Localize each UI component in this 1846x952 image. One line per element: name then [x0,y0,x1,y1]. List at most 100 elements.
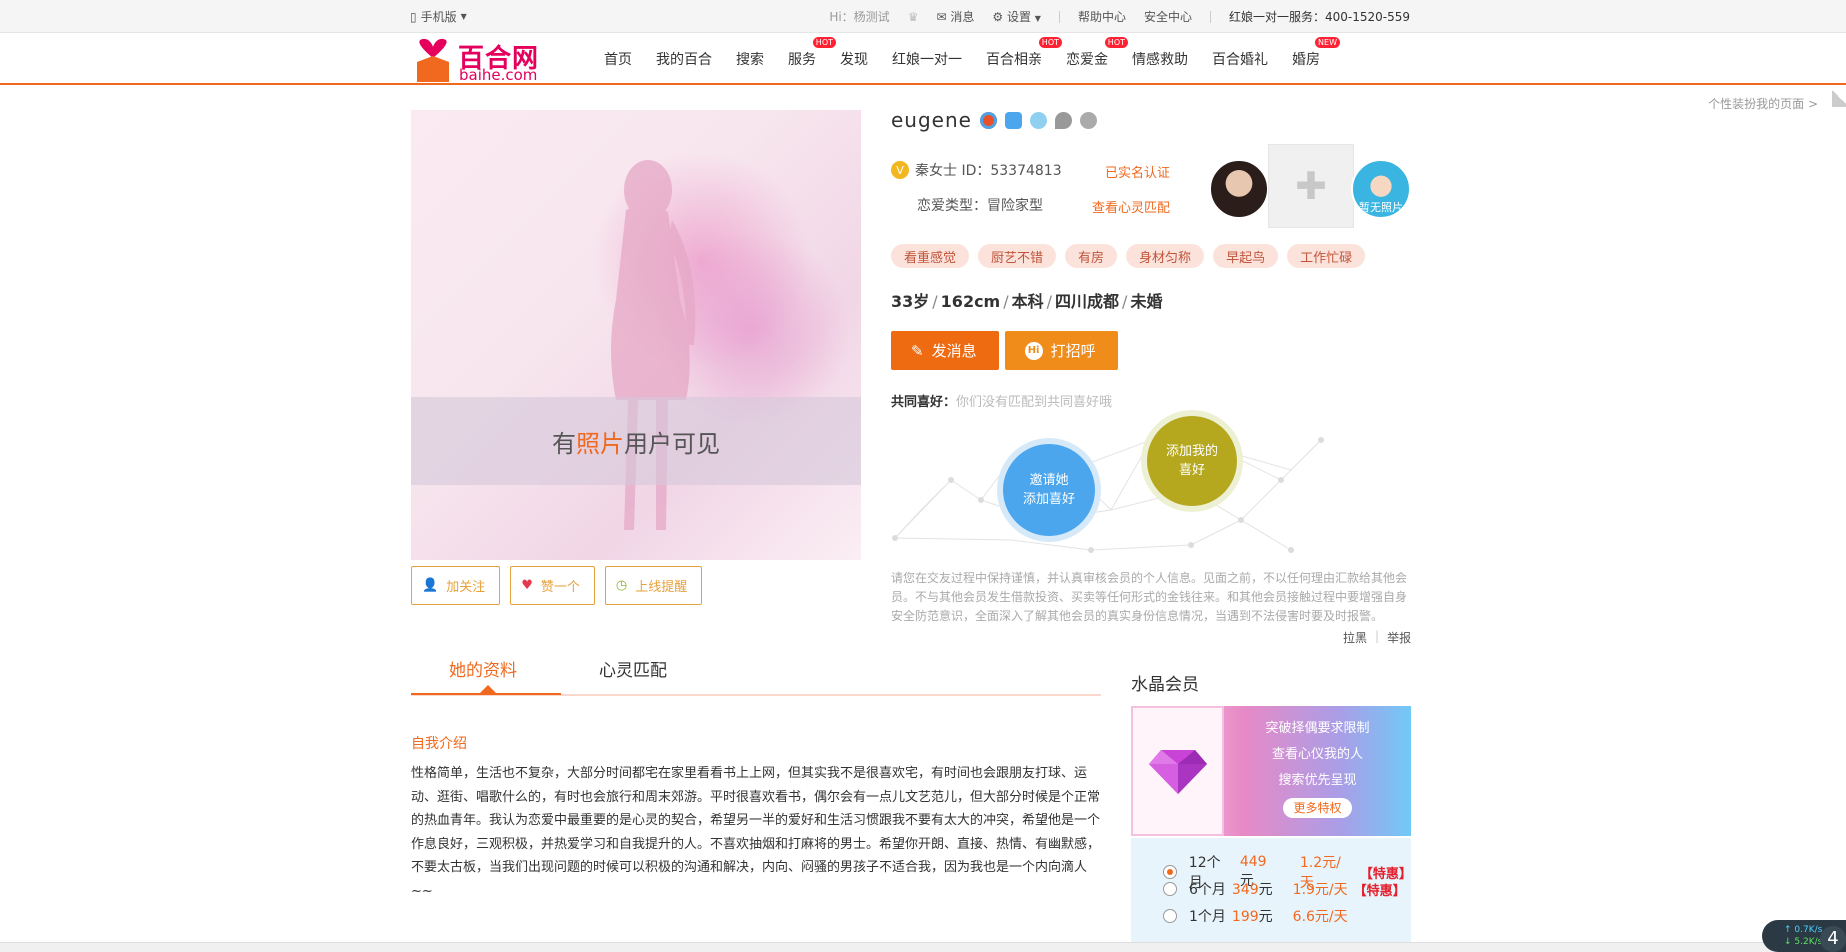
help-center-link[interactable]: 帮助中心 [1078,8,1126,25]
nav-item[interactable]: 首页 [592,49,644,69]
view-heart-match-link[interactable]: 查看心灵匹配 [1092,197,1170,216]
block-link[interactable]: 拉黑 [1343,629,1367,646]
avatar[interactable]: 暂无照片 [1351,159,1411,219]
vip-plan-option[interactable]: 6个月 349元 1.9元/天 【特惠】 [1163,879,1406,899]
self-intro-title: 自我介绍 [411,736,467,752]
stat-separator: / [1046,292,1053,311]
plan-radio[interactable] [1163,882,1177,896]
mobile-version-link[interactable]: ▯ 手机版 ▼ [410,8,467,25]
stat-separator: / [1122,292,1128,311]
plan-radio[interactable] [1163,865,1177,879]
member-id: 秦女士 ID：53374813 [915,163,1062,179]
phone-verified-icon[interactable] [1004,111,1022,129]
personality-tag: 工作忙碌 [1287,244,1366,268]
divider [1058,10,1060,23]
follow-button[interactable]: 👤 加关注 [411,566,501,605]
personality-tags: 看重感觉 厨艺不错 有房 身材匀称 早起鸟 工作忙碌 [891,244,1366,268]
personality-tag: 厨艺不错 [978,244,1057,268]
nav-item[interactable]: 百合相亲 HOT [974,37,1062,69]
profile-name: eugene [891,108,972,132]
user-greeting[interactable]: Hi：杨测试 [829,8,889,25]
real-name-verified[interactable]: 已实名认证 [1105,162,1170,181]
personality-tag: 有房 [1065,244,1118,268]
nav-item[interactable]: 恋爱金 HOT [1054,37,1128,69]
plan-special-badge: 【特惠】 [1353,883,1406,899]
self-intro-body: 性格简单，生活也不复杂，大部分时间都宅在家里看看书上上网，但其实我不是很喜欢宅，… [411,766,1101,899]
nav-item[interactable]: 婚房 NEW [1280,37,1340,69]
tab-heart-match[interactable]: 心灵匹配 [599,656,667,681]
nav-item[interactable]: 百合婚礼 [1200,49,1280,69]
security-center-link[interactable]: 安全中心 [1144,8,1192,25]
verified-person-icon[interactable] [979,111,997,129]
stat-separator: / [1003,292,1009,311]
profile-stat: 本科 [1011,292,1044,311]
plan-radio[interactable] [1163,909,1177,923]
vip-benefits: 突破择偶要求限制 查看心仪我的人 搜索优先呈现 更多特权 [1224,716,1411,822]
say-hi-button[interactable]: Hi 打招呼 [1004,331,1118,370]
hotline-text: 红娘一对一服务：400-1520-559 [1228,10,1410,24]
fire-icon[interactable] [1054,111,1072,129]
vip-plan-option[interactable]: 1个月 199元 6.6元/天 [1163,906,1354,926]
speed-badge: 4 [1820,926,1846,952]
nav-item[interactable]: 情感救助 [1120,49,1200,69]
network-lines [892,437,1324,553]
messages-link[interactable]: ✉ 消息 [936,8,974,25]
nav-item[interactable]: 红娘一对一 [880,49,974,69]
nav-item[interactable]: 搜索 [724,49,776,69]
page-corner-fold[interactable] [1832,87,1846,107]
plan-period: 1个月 [1189,909,1226,925]
puzzle-piece-icon[interactable]: ✚ [1268,144,1354,228]
settings-menu[interactable]: ⚙ 设置 ▼ [992,8,1041,25]
user-icon: 👤 [422,578,439,593]
photo-visibility-notice: 有照片 用户可见 [411,397,861,485]
profile-stat: 33岁 [891,292,930,311]
plan-per-day: 1.9元/天 [1292,882,1348,898]
nav-badge: HOT [1104,37,1128,48]
site-logo[interactable]: 百合网 baihe.com [413,36,543,84]
safety-disclaimer: 请您在交友过程中保持谨慎，并认真审核会员的个人信息。见面之前，不以任何理由汇款给… [891,571,1408,623]
mail-icon: ✉ [936,10,947,24]
heart-icon: ♥ [521,578,533,593]
common-interests: 共同喜好：你们没有匹配到共同喜好哦 [891,395,1113,410]
nav-item[interactable]: 发现 [828,49,880,69]
diamond-icon [1148,750,1207,794]
nav-item[interactable]: 我的百合 [644,49,724,69]
invite-add-interest-button[interactable]: 邀请她 添加喜好 [1003,444,1095,536]
profile-name-row: eugene [891,108,1097,132]
report-link[interactable]: 举报 [1387,629,1411,646]
education-icon[interactable] [1079,111,1097,129]
tab-her-profile[interactable]: 她的资料 [449,656,517,681]
profile-photo-placeholder[interactable]: 有照片 用户可见 [411,110,861,560]
add-my-interest-button[interactable]: 添加我的 喜好 [1147,416,1237,506]
personalize-page-link[interactable]: 个性装扮我的页面 > [1708,95,1818,112]
nav-badge: NEW [1315,37,1340,48]
network-speed-widget[interactable]: ↑ 0.7K/s ↓ 5.2K/s 4 [1762,920,1846,952]
vip-badge-icon[interactable]: V [891,161,909,179]
nav-item[interactable]: 服务 HOT [776,37,836,69]
plan-period: 6个月 [1189,882,1226,898]
plan-price: 349元 [1231,882,1273,898]
profile-tabs: 她的资料 心灵匹配 [411,650,1101,696]
profile-stat: 162cm [940,292,1001,311]
plan-price: 199元 [1231,909,1273,925]
plan-per-day: 6.6元/天 [1292,909,1348,925]
hi-icon: Hi [1024,341,1043,360]
online-alert-button[interactable]: ◷ 上线提醒 [604,566,703,605]
main-nav: 首页 我的百合 搜索 服务 HOT 发现 红娘一对一 百合相亲 HOT 恋爱金 HOT 情感救助 百合婚… [592,33,1340,85]
photo-actions: 👤 加关注 ♥ 赞一个 ◷ 上线提醒 [411,566,703,605]
crown-icon: ♛ [907,9,919,24]
send-message-button[interactable]: ✎ 发消息 [891,331,999,370]
divider [1209,10,1211,23]
id-card-icon[interactable] [1029,111,1047,129]
profile-stat: 四川成都 [1055,292,1120,311]
avatar[interactable] [1209,159,1269,219]
pencil-icon: ✎ [911,341,924,360]
personality-tag: 看重感觉 [891,244,970,268]
more-privileges-button[interactable]: 更多特权 [1283,798,1352,818]
nav-badge: HOT [812,37,836,48]
profile-stat: 未婚 [1130,292,1163,311]
clock-icon: ◷ [615,578,628,593]
personality-tag: 身材匀称 [1126,244,1205,268]
like-button[interactable]: ♥ 赞一个 [510,566,595,605]
vip-banner[interactable]: 突破择偶要求限制 查看心仪我的人 搜索优先呈现 更多特权 [1131,706,1411,836]
